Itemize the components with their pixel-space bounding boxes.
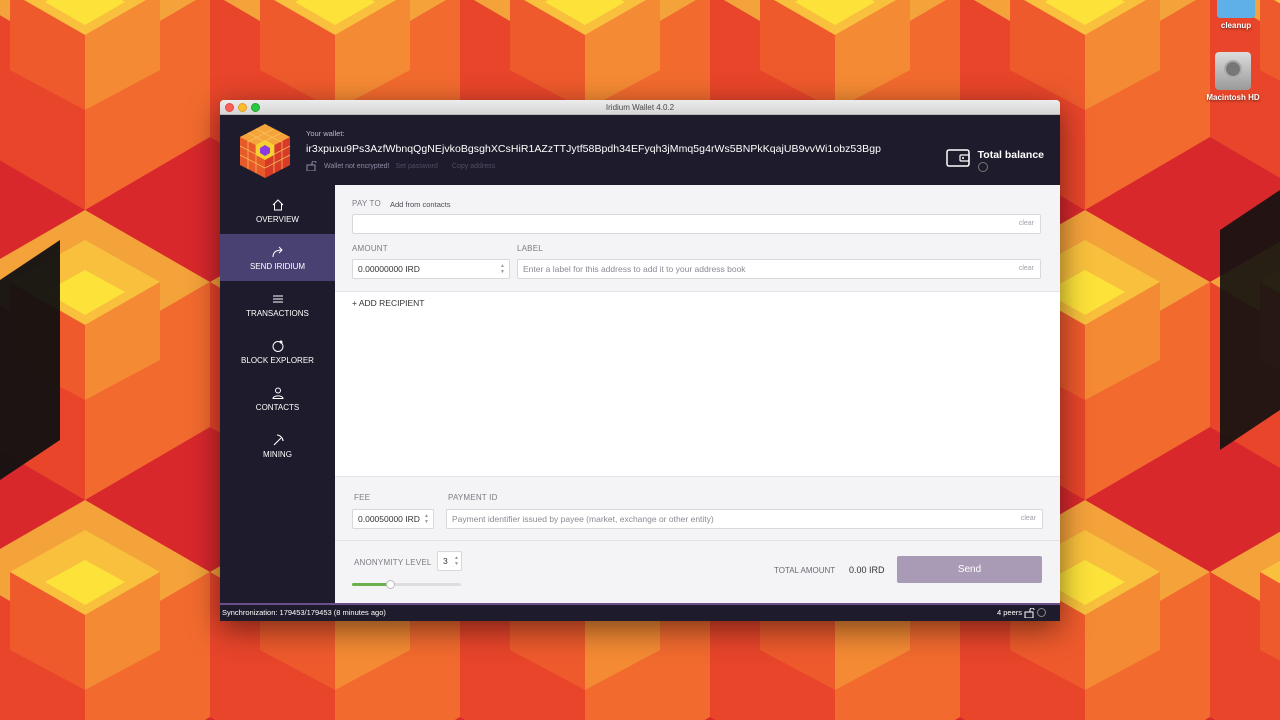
sidebar-item-label: SEND IRIDIUM [249, 261, 306, 271]
total-amount-value: 0.00 IRD [849, 565, 885, 575]
sidebar: OVERVIEW SEND IRIDIUM TRANSACTIONS BLOCK… [220, 185, 335, 603]
payment-id-label: PAYMENT ID [448, 493, 498, 502]
amount-stepper[interactable]: ▲ ▼ [500, 263, 505, 275]
anonymity-slider-handle[interactable] [386, 580, 396, 589]
explorer-icon [272, 340, 283, 352]
sidebar-item-label: TRANSACTIONS [246, 308, 309, 318]
add-recipient-button[interactable]: + ADD RECIPIENT [352, 298, 425, 308]
fee-input[interactable]: 0.00050000 IRD ▲ ▼ [352, 509, 434, 529]
sidebar-item-block-explorer[interactable]: BLOCK EXPLORER [220, 328, 335, 375]
anonymity-slider[interactable] [352, 580, 461, 589]
status-bar: Synchronization: 179453/179453 (8 minute… [220, 603, 1060, 621]
total-balance-label: Total balance [977, 149, 1044, 161]
folder-icon [1217, 0, 1255, 18]
sync-status: Synchronization: 179453/179453 (8 minute… [222, 608, 386, 617]
anonymity-level-label: ANONYMITY LEVEL [354, 558, 432, 567]
payment-id-input[interactable]: Payment identifier issued by payee (mark… [446, 509, 1043, 529]
anonymity-stepper[interactable]: ▲ ▼ [454, 555, 459, 567]
anonymity-level-value: 3 [443, 556, 448, 566]
zoom-window-button[interactable] [251, 103, 260, 112]
sidebar-item-overview[interactable]: OVERVIEW [220, 187, 335, 234]
pay-to-input[interactable]: clear [352, 214, 1041, 234]
person-icon [271, 387, 284, 399]
send-icon [272, 246, 283, 257]
title-bar[interactable]: Iridium Wallet 4.0.2 [220, 100, 1060, 115]
unlock-icon [306, 161, 317, 171]
desktop-icon-cleanup[interactable]: cleanup [1201, 0, 1271, 30]
peer-count: 4 peers [996, 608, 1022, 617]
wallet-icon [945, 149, 970, 167]
fee-label: FEE [354, 493, 371, 502]
iridium-logo-icon [239, 124, 291, 178]
sidebar-item-label: OVERVIEW [256, 214, 299, 224]
sidebar-item-send-iridium[interactable]: SEND IRIDIUM [220, 234, 335, 281]
total-balance: Total balance [945, 149, 1044, 172]
desktop-icon-label: Macintosh HD [1206, 93, 1260, 102]
window-title: Iridium Wallet 4.0.2 [605, 103, 675, 112]
desktop-icon-macintosh-hd[interactable]: Macintosh HD [1198, 52, 1268, 102]
minimize-window-button[interactable] [238, 103, 247, 112]
clear-label-button[interactable]: clear [1019, 260, 1034, 278]
wallet-label: Your wallet: [306, 129, 345, 138]
payment-id-placeholder: Payment identifier issued by payee (mark… [452, 514, 714, 524]
hard-drive-icon [1215, 52, 1251, 90]
label-input[interactable]: Enter a label for this address to add it… [517, 259, 1041, 279]
amount-value: 0.00000000 IRD [358, 264, 420, 274]
send-panel: PAY TO Add from contacts clear AMOUNT 0.… [335, 185, 1060, 603]
amount-input[interactable]: 0.00000000 IRD ▲ ▼ [352, 259, 510, 279]
desktop-icon-label: cleanup [1220, 21, 1252, 30]
list-icon [272, 295, 283, 302]
encryption-status: Wallet not encrypted! [324, 162, 390, 170]
set-password-link[interactable]: Set password [396, 163, 438, 170]
app-window: Iridium Wallet 4.0.2 Your wallet: ir3xpu… [220, 100, 1060, 621]
sync-indicator-icon [1037, 608, 1046, 617]
home-icon [272, 198, 283, 210]
unlock-status-icon[interactable] [1024, 608, 1036, 618]
payment-options: FEE 0.00050000 IRD ▲ ▼ PAYMENT ID Payment… [335, 476, 1060, 603]
close-window-button[interactable] [225, 103, 234, 112]
anonymity-level-input[interactable]: 3 ▲ ▼ [437, 551, 462, 571]
send-button[interactable]: Send [897, 556, 1042, 583]
pay-to-label: PAY TO [352, 199, 381, 208]
sidebar-item-mining[interactable]: MINING [220, 422, 335, 469]
amount-label: AMOUNT [352, 244, 388, 253]
wallet-meta: Wallet not encrypted! Set password Copy … [306, 161, 495, 171]
recipient-form: PAY TO Add from contacts clear AMOUNT 0.… [335, 185, 1060, 292]
divider [335, 540, 1060, 541]
anonymity-slider-fill [352, 583, 391, 586]
total-amount-label: TOTAL AMOUNT [774, 566, 836, 575]
wallet-header: Your wallet: ir3xpuxu9Ps3AzfWbnqQgNEjvko… [220, 115, 1060, 185]
balance-loading-icon [977, 162, 988, 172]
label-label: LABEL [517, 244, 543, 253]
wallet-address[interactable]: ir3xpuxu9Ps3AzfWbnqQgNEjvkoBgsghXCsHiR1A… [306, 143, 881, 155]
sidebar-item-transactions[interactable]: TRANSACTIONS [220, 281, 335, 328]
clear-pay-to-button[interactable]: clear [1019, 215, 1034, 233]
sidebar-item-contacts[interactable]: CONTACTS [220, 375, 335, 422]
clear-payment-id-button[interactable]: clear [1021, 510, 1036, 528]
fee-value: 0.00050000 IRD [358, 514, 420, 524]
label-placeholder: Enter a label for this address to add it… [523, 264, 746, 274]
pickaxe-icon [273, 433, 284, 445]
add-from-contacts-link[interactable]: Add from contacts [390, 200, 450, 209]
copy-address-link[interactable]: Copy address [452, 163, 495, 170]
sidebar-item-label: MINING [263, 449, 292, 459]
sidebar-item-label: CONTACTS [255, 402, 300, 412]
sidebar-item-label: BLOCK EXPLORER [241, 355, 314, 365]
fee-stepper[interactable]: ▲ ▼ [424, 513, 429, 525]
